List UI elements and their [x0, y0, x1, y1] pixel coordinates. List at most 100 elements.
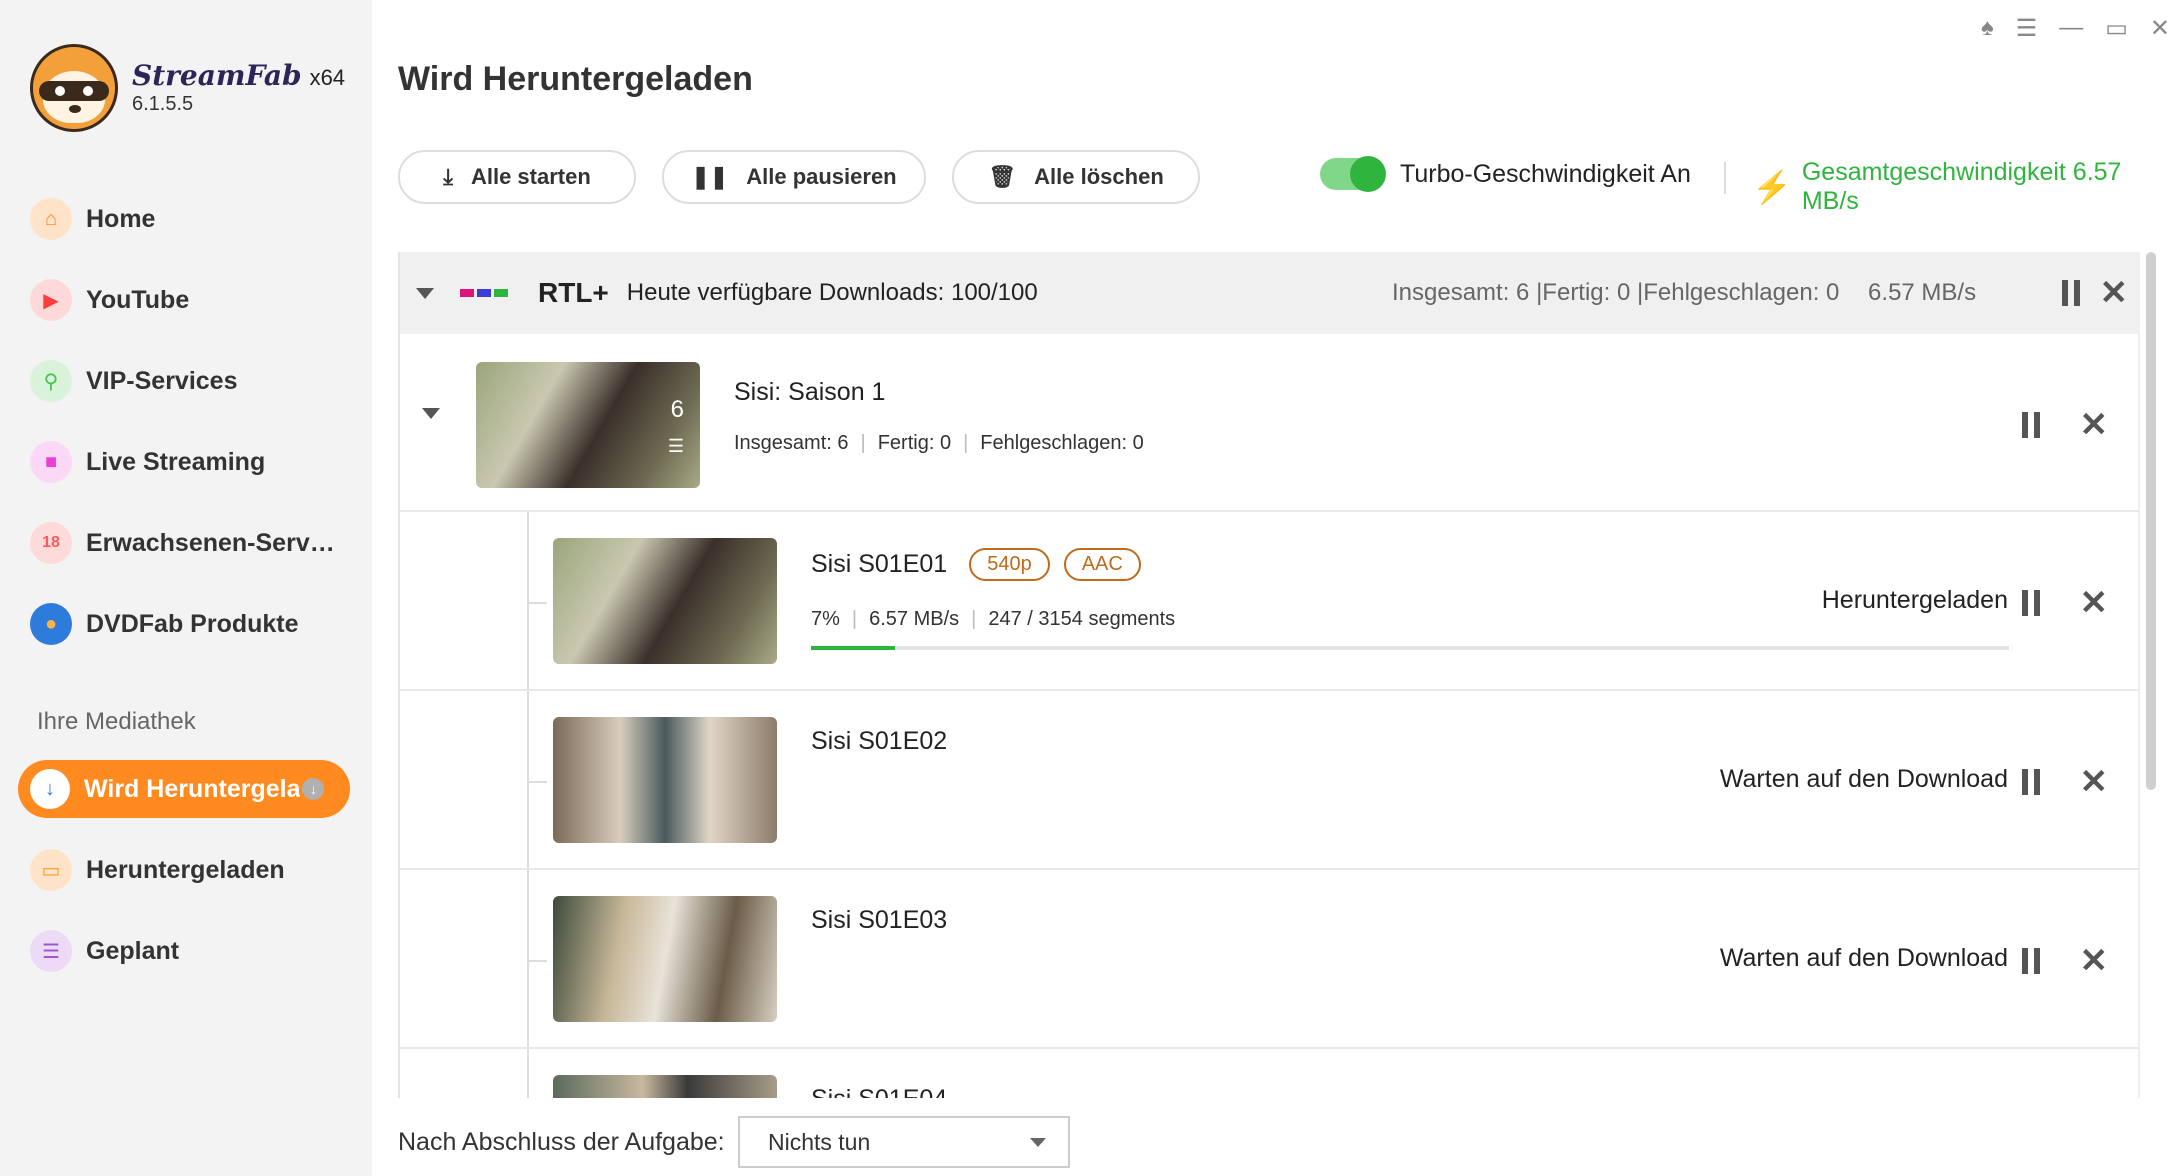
toolbar: ⤓ Alle starten ❚❚ Alle pausieren 🗑 Alle … — [398, 150, 1200, 204]
playlist-icon: ☰ — [667, 436, 684, 456]
chevron-down-icon — [1030, 1138, 1046, 1147]
app-version: 6.1.5.5 — [132, 93, 194, 115]
minimize-icon[interactable]: — — [2059, 14, 2083, 43]
window-controls: ♠ ☰ — ▭ ✕ — [1981, 14, 2170, 43]
lightning-icon: ⚡ — [1752, 169, 1792, 205]
close-icon[interactable]: ✕ — [2100, 276, 2129, 310]
season-done: Fertig: 0 — [877, 432, 952, 454]
close-icon[interactable]: ✕ — [2080, 408, 2109, 442]
page-title: Wird Heruntergeladen — [398, 60, 753, 98]
sidebar-item-label: Home — [86, 204, 156, 233]
delete-all-label: Alle löschen — [1034, 164, 1164, 189]
episode-row: Sisi S01E01 540p AAC 7% | 6.57 MB/s | 247 / … — [400, 512, 2140, 691]
season-stats: Insgesamt: 6 | Fertig: 0 | Fehlgeschlagen: 0 — [734, 432, 1144, 454]
turbo-toggle[interactable] — [1320, 156, 1386, 192]
resolution-badge: 540p — [969, 548, 1050, 581]
episode-percent: 7% — [811, 608, 840, 630]
pause-all-label: Alle pausieren — [746, 164, 897, 189]
sidebar-item-dvdfab-products[interactable]: ● DVDFab Produkte — [18, 595, 350, 653]
menu-icon[interactable]: ☰ — [2016, 14, 2038, 43]
app-arch: x64 — [309, 65, 346, 90]
season-failed: Fehlgeschlagen: 0 — [980, 432, 1144, 454]
episode-thumbnail — [553, 896, 777, 1022]
sidebar-item-youtube[interactable]: ▶ YouTube — [18, 271, 350, 329]
close-icon[interactable]: ✕ — [2150, 14, 2170, 43]
episode-row: Sisi S01E02 Warten auf den Download ✕ — [400, 691, 2140, 870]
home-icon: ⌂ — [30, 198, 72, 240]
after-task-value: Nichts tun — [768, 1128, 871, 1155]
turbo-label: Turbo-Geschwindigkeit An — [1400, 159, 1691, 188]
sidebar-item-label: Wird Heruntergela — [84, 774, 301, 803]
group-speed: 6.57 MB/s — [1868, 279, 1977, 306]
collapse-caret-icon[interactable] — [416, 287, 434, 299]
sidebar-item-vip-services[interactable]: ⚲ VIP-Services — [18, 352, 350, 410]
download-icon: ↓ — [30, 769, 70, 809]
folder-icon: ▭ — [30, 849, 72, 891]
library-nav: ↓ Wird Heruntergela ↓ ▭ Heruntergeladen … — [18, 760, 350, 1003]
library-section-label: Ihre Mediathek — [37, 708, 196, 735]
sidebar-item-live-streaming[interactable]: ■ Live Streaming — [18, 433, 350, 491]
toolbar-divider — [1724, 162, 1726, 194]
episode-title: Sisi S01E03 — [811, 906, 948, 934]
close-icon[interactable]: ✕ — [2080, 765, 2109, 799]
group-stats: Insgesamt: 6 |Fertig: 0 |Fehlgeschlagen:… — [1392, 279, 1976, 307]
key-icon: ⚲ — [30, 360, 72, 402]
close-icon[interactable]: ✕ — [2080, 586, 2109, 620]
sidebar-item-label: YouTube — [86, 285, 190, 314]
pause-icon[interactable] — [2021, 769, 2040, 795]
sidebar-item-downloading[interactable]: ↓ Wird Heruntergela ↓ — [18, 760, 350, 818]
pause-icon[interactable] — [2021, 412, 2040, 438]
download-list: RTL+ Heute verfügbare Downloads: 100/100… — [398, 252, 2140, 1098]
sidebar-item-label: Erwachsenen-Serv… — [86, 528, 335, 557]
sidebar-item-scheduled[interactable]: ☰ Geplant — [18, 922, 350, 980]
season-controls: ✕ — [2021, 408, 2109, 442]
pause-all-button[interactable]: ❚❚ Alle pausieren — [662, 150, 926, 204]
sidebar-item-label: Heruntergeladen — [86, 855, 285, 884]
brand: StreamFab x64 6.1.5.5 — [30, 44, 345, 132]
sloth-logo — [30, 44, 118, 132]
total-speed-label: Gesamtgeschwindigkeit 6.57 MB/s — [1801, 158, 2122, 215]
progress-bar — [811, 646, 2009, 650]
episode-controls: ✕ — [2021, 765, 2109, 799]
adult-icon: 18 — [30, 522, 72, 564]
sidebar-item-home[interactable]: ⌂ Home — [18, 190, 350, 248]
pause-icon[interactable] — [2021, 590, 2040, 616]
daily-downloads: Heute verfügbare Downloads: 100/100 — [626, 279, 1038, 306]
sidebar-item-label: Live Streaming — [86, 447, 266, 476]
pause-icon[interactable] — [2061, 280, 2080, 306]
download-icon: ⤓ — [443, 164, 453, 189]
close-icon[interactable]: ✕ — [2080, 944, 2109, 978]
collapse-caret-icon[interactable] — [422, 408, 440, 419]
delete-all-button[interactable]: 🗑 Alle löschen — [952, 150, 1200, 204]
sidebar-item-downloaded[interactable]: ▭ Heruntergeladen — [18, 841, 350, 899]
episode-title: Sisi S01E01 — [811, 550, 948, 578]
season-row: 6 ☰ Sisi: Saison 1 Insgesamt: 6 | Fertig: … — [400, 334, 2140, 512]
group-controls: ✕ — [2061, 276, 2129, 310]
sidebar-item-label: Geplant — [86, 936, 180, 965]
season-episode-count: 6 — [670, 396, 684, 423]
after-task-label: Nach Abschluss der Aufgabe: — [398, 1128, 725, 1156]
youtube-icon: ▶ — [30, 279, 72, 321]
episode-progress-meta: 7% | 6.57 MB/s | 247 / 3154 segments — [811, 608, 1176, 630]
episode-controls: ✕ — [2021, 586, 2109, 620]
trash-icon: 🗑 — [988, 164, 1017, 189]
scrollbar[interactable] — [2146, 252, 2156, 790]
shirt-icon[interactable]: ♠ — [1981, 14, 1994, 43]
season-total: Insgesamt: 6 — [734, 432, 849, 454]
start-all-button[interactable]: ⤓ Alle starten — [398, 150, 636, 204]
episode-title: Sisi S01E02 — [811, 727, 948, 755]
episode-controls: ✕ — [2021, 944, 2109, 978]
episode-speed: 6.57 MB/s — [869, 608, 960, 630]
group-stats-text: Insgesamt: 6 |Fertig: 0 |Fehlgeschlagen:… — [1392, 279, 1840, 306]
maximize-icon[interactable]: ▭ — [2105, 14, 2128, 43]
sidebar-nav: ⌂ Home ▶ YouTube ⚲ VIP-Services ■ Live S… — [18, 190, 350, 676]
episode-status: Warten auf den Download — [1719, 944, 2008, 972]
episode-thumbnail — [553, 717, 777, 843]
pause-icon[interactable] — [2021, 948, 2040, 974]
progress-fill — [811, 646, 895, 650]
downloading-badge-icon: ↓ — [302, 778, 325, 800]
sidebar-item-adult-services[interactable]: 18 Erwachsenen-Serv… — [18, 514, 350, 572]
episode-row: Sisi S01E03 Warten auf den Download ✕ — [400, 870, 2140, 1049]
total-speed: ⚡ Gesamtgeschwindigkeit 6.57 MB/s — [1752, 158, 2182, 216]
after-task-select[interactable]: Nichts tun — [738, 1116, 1070, 1168]
